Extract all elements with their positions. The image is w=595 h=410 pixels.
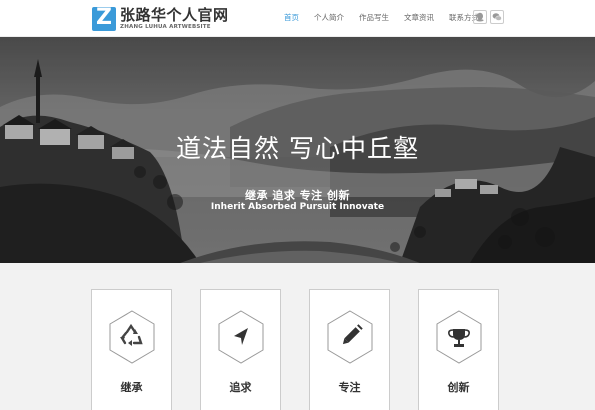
feature-card-pursuit[interactable]: 追求 (200, 289, 281, 410)
feature-label: 专注 (338, 381, 361, 394)
hero-banner: 道法自然 写心中丘壑 继承 追求 专注 创新 Inherit Absorbed … (0, 37, 595, 263)
logo-title: 张路华个人官网 (120, 6, 229, 24)
main-nav: 首页 个人简介 作品写生 文章资讯 联系方式 (284, 11, 494, 25)
nav-item-works[interactable]: 作品写生 (359, 11, 389, 25)
hero-title: 道法自然 写心中丘壑 (176, 134, 419, 163)
pencil-icon (327, 310, 373, 364)
nav-item-home[interactable]: 首页 (284, 11, 299, 25)
feature-card-innovate[interactable]: 创新 (418, 289, 499, 410)
feature-label: 追求 (229, 381, 252, 394)
wechat-icon[interactable] (490, 10, 504, 24)
nav-item-articles[interactable]: 文章资讯 (404, 11, 434, 25)
hero-subtitle-cn: 继承 追求 专注 创新 (245, 189, 350, 202)
trophy-icon (436, 310, 482, 364)
features-section: 继承 追求 专注 创新 (0, 263, 595, 410)
logo-mark-icon: Z (92, 7, 116, 31)
hero-subtitle-en: Inherit Absorbed Pursuit Innovate (210, 202, 385, 212)
site-logo[interactable]: Z 张路华个人官网 ZHANG LUHUA ARTWEBSITE (92, 6, 229, 32)
feature-card-inherit[interactable]: 继承 (91, 289, 172, 410)
nav-item-profile[interactable]: 个人简介 (314, 11, 344, 25)
feature-label: 继承 (120, 381, 143, 394)
site-header: Z 张路华个人官网 ZHANG LUHUA ARTWEBSITE 首页 个人简介… (0, 0, 595, 37)
logo-letter: Z (96, 7, 112, 30)
recycle-icon (109, 310, 155, 364)
navigation-arrow-icon (218, 310, 264, 364)
social-icons (473, 10, 507, 24)
feature-card-focus[interactable]: 专注 (309, 289, 390, 410)
logo-text: 张路华个人官网 ZHANG LUHUA ARTWEBSITE (120, 7, 229, 31)
feature-label: 创新 (447, 381, 470, 394)
qq-icon[interactable] (473, 10, 487, 24)
logo-subtitle: ZHANG LUHUA ARTWEBSITE (120, 24, 211, 30)
